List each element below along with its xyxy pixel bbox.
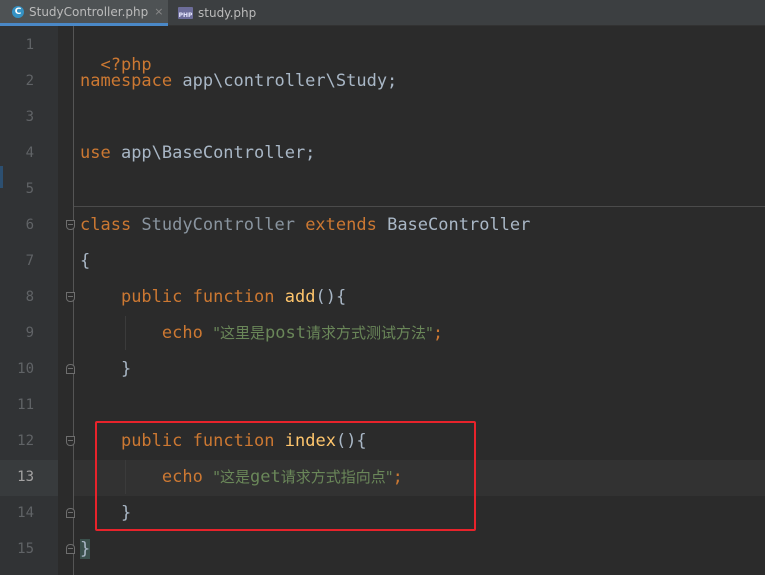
fold-end-icon[interactable]	[66, 508, 75, 518]
line-number: 15	[17, 541, 34, 557]
keyword-namespace: namespace	[80, 71, 173, 91]
line-number: 10	[17, 361, 34, 377]
close-brace: }	[80, 539, 91, 559]
fold-collapse-icon[interactable]	[66, 436, 75, 446]
line-number: 1	[25, 37, 34, 53]
base-class-name: BaseController	[376, 215, 531, 235]
code-line-9[interactable]: echo "这里是post请求方式测试方法";	[80, 323, 443, 343]
php-class-icon: C	[12, 5, 24, 18]
keyword-function: function	[192, 287, 275, 307]
code-line-15[interactable]: }	[80, 539, 91, 559]
line-number: 5	[25, 181, 34, 197]
keyword-function: function	[192, 431, 275, 451]
semicolon: ;	[432, 323, 444, 343]
code-line-1[interactable]: <?php	[80, 35, 151, 75]
string-literal: "这里是	[213, 324, 265, 342]
line-number: 11	[17, 397, 34, 413]
fold-end-icon[interactable]	[66, 544, 75, 554]
editor-tab-bar: C StudyController.php × PHP study.php	[0, 0, 765, 26]
code-line-14[interactable]: }	[80, 503, 131, 523]
tab-studycontroller[interactable]: C StudyController.php ×	[0, 0, 168, 26]
code-line-8[interactable]: public function add(){	[80, 287, 346, 307]
line-number: 9	[25, 325, 34, 341]
close-brace: }	[120, 503, 132, 523]
function-name-add: add	[284, 287, 316, 307]
php-file-icon: PHP	[178, 7, 193, 19]
keyword-public: public	[120, 287, 183, 307]
keyword-use: use	[80, 143, 111, 163]
tab-study[interactable]: PHP study.php	[170, 0, 270, 26]
namespace-path: app\controller\Study;	[172, 71, 398, 91]
fold-collapse-icon[interactable]	[66, 292, 75, 302]
keyword-echo: echo	[161, 323, 203, 343]
tab-label: study.php	[198, 6, 257, 20]
line-number: 14	[17, 505, 34, 521]
keyword-class: class	[80, 215, 132, 235]
keyword-extends: extends	[305, 215, 377, 235]
keyword-public: public	[120, 431, 183, 451]
class-name: StudyController	[131, 215, 306, 235]
line-number: 6	[25, 217, 34, 233]
line-number: 3	[25, 109, 34, 125]
close-brace: }	[120, 359, 132, 379]
fold-collapse-icon[interactable]	[66, 220, 75, 230]
string-literal: get	[250, 467, 281, 487]
code-line-7[interactable]: {	[80, 251, 90, 271]
line-number: 12	[17, 433, 34, 449]
parens-brace: (){	[335, 431, 367, 451]
method-separator	[74, 206, 765, 207]
line-number-current: 13	[17, 469, 34, 485]
code-line-13[interactable]: echo "这是get请求方式指向点";	[80, 467, 403, 487]
code-line-6[interactable]: class StudyController extends BaseContro…	[80, 215, 530, 235]
string-literal: post	[265, 323, 306, 343]
line-number: 7	[25, 253, 34, 269]
code-line-12[interactable]: public function index(){	[80, 431, 367, 451]
code-line-2[interactable]: namespace app\controller\Study;	[80, 71, 397, 91]
string-literal: 请求方式指向点"	[280, 468, 393, 486]
keyword-echo: echo	[161, 467, 203, 487]
line-number: 4	[25, 145, 34, 161]
line-number: 2	[25, 73, 34, 89]
string-literal: 请求方式测试方法"	[305, 324, 433, 342]
close-icon[interactable]: ×	[154, 5, 163, 18]
line-number: 8	[25, 289, 34, 305]
parens-brace: (){	[315, 287, 347, 307]
code-line-4[interactable]: use app\BaseController;	[80, 143, 315, 163]
semicolon: ;	[392, 467, 403, 487]
use-path: app\BaseController;	[110, 143, 316, 163]
open-brace: {	[80, 251, 91, 271]
fold-end-icon[interactable]	[66, 364, 75, 374]
function-name-index: index	[284, 431, 336, 451]
tab-label: StudyController.php	[29, 4, 149, 19]
code-line-10[interactable]: }	[80, 359, 131, 379]
string-literal: "这是	[213, 468, 250, 486]
